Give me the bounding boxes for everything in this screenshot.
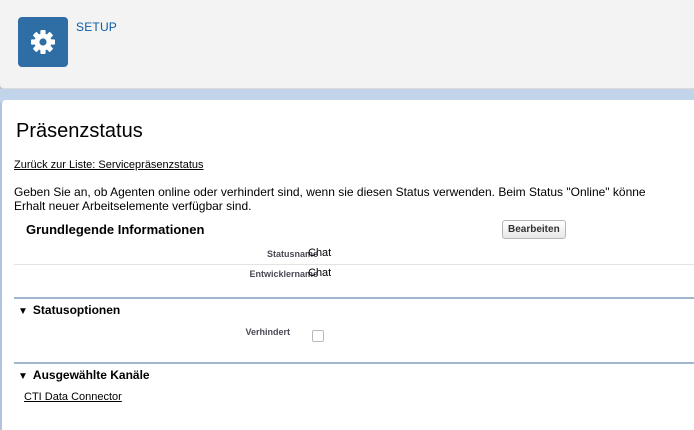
section-divider [14, 297, 694, 299]
setup-tile[interactable] [18, 17, 68, 67]
developer-name-value: Chat [308, 267, 332, 279]
status-options-title: Statusoptionen [32, 303, 121, 317]
description-line-2: Erhalt neuer Arbeitselemente verfügbar s… [14, 199, 252, 213]
description-line-1: Geben Sie an, ob Agenten online oder ver… [14, 185, 646, 199]
back-to-list-link[interactable]: Zurück zur Liste: Servicepräsenzstatus [14, 159, 204, 171]
status-options-section-header[interactable]: ▼ Statusoptionen [18, 303, 120, 317]
page-description: Geben Sie an, ob Agenten online oder ver… [14, 185, 694, 213]
edit-button[interactable]: Bearbeiten [502, 220, 566, 239]
section-divider [14, 362, 694, 364]
selected-channels-title: Ausgewählte Kanäle [32, 368, 150, 382]
busy-checkbox [312, 330, 324, 342]
selected-channels-section-header[interactable]: ▼ Ausgewählte Kanäle [18, 368, 150, 382]
gear-icon [31, 30, 55, 54]
collapse-triangle-icon[interactable]: ▼ [18, 371, 28, 382]
field-row-status-name: Statusname Chat [14, 246, 694, 265]
setup-label[interactable]: SETUP [76, 20, 117, 34]
content-card: Präsenzstatus Zurück zur Liste: Servicep… [2, 100, 694, 430]
channel-link-cti-data-connector[interactable]: CTI Data Connector [24, 391, 122, 403]
collapse-triangle-icon[interactable]: ▼ [18, 306, 28, 317]
basic-info-title: Grundlegende Informationen [26, 222, 205, 237]
setup-header: SETUP [0, 0, 694, 89]
field-row-developer-name: Entwicklername Chat [14, 266, 694, 284]
busy-label: Verhindert [245, 327, 290, 337]
status-name-value: Chat [308, 247, 332, 259]
page-title: Präsenzstatus [16, 120, 143, 142]
